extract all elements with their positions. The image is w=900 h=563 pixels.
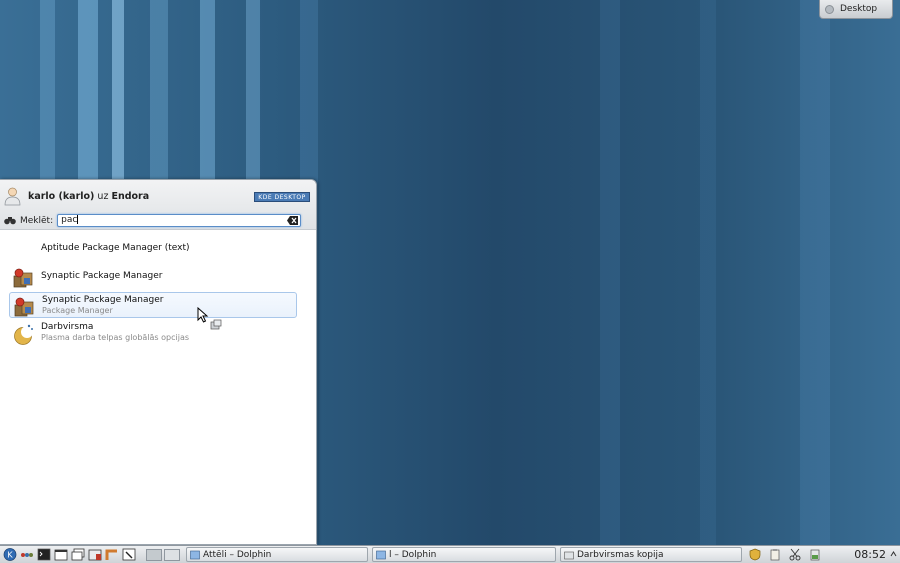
kde-menu-icon[interactable]: K (3, 548, 17, 561)
result-name: Synaptic Package Manager (42, 295, 164, 305)
result-item-synaptic-package-manager[interactable]: Synaptic Package Manager Package Manager (9, 292, 297, 318)
binoculars-icon (4, 217, 16, 225)
tool-icon[interactable] (122, 548, 136, 561)
user-connector: uz (97, 191, 109, 202)
user-name: karlo (karlo) (28, 191, 95, 202)
host-name: Endora (111, 191, 150, 202)
text-caret (77, 215, 79, 224)
result-description: Package Manager (42, 306, 113, 315)
plasma-desktop-icon (14, 324, 33, 345)
task-label: l – Dolphin (389, 549, 437, 560)
task-label: Attēli – Dolphin (203, 549, 272, 560)
dots-icon[interactable] (20, 548, 34, 561)
task-label: Darbvirsmas kopija (577, 549, 664, 560)
shield-icon[interactable] (748, 548, 762, 561)
kde-desktop-logo: KDE DESKTOP (254, 192, 310, 202)
result-item-synaptic[interactable]: Synaptic Package Manager (9, 264, 297, 290)
dolphin-icon (376, 550, 386, 559)
dolphin-icon (190, 550, 200, 559)
window-icon[interactable] (54, 548, 68, 561)
user-avatar-icon (4, 187, 21, 206)
result-name: Synaptic Package Manager (41, 271, 163, 281)
application-launcher-panel: karlo (karlo) uz Endora KDE DESKTOP Mekl… (0, 179, 317, 545)
terminal-icon[interactable] (37, 548, 51, 561)
task-button-atteli-dolphin[interactable]: Attēli – Dolphin (186, 547, 368, 562)
window-stack-icon[interactable] (88, 548, 102, 561)
chevron-up-icon[interactable] (890, 550, 897, 559)
launcher-header: karlo (karlo) uz Endora KDE DESKTOP Mekl… (0, 180, 316, 230)
mouse-pointer-icon (197, 307, 209, 323)
search-label: Meklēt: (20, 215, 54, 226)
drag-package-icon (210, 319, 222, 330)
result-item-darbvirsma[interactable]: Darbvirsma Plasma darba telpas globālās … (9, 320, 297, 346)
user-info: karlo (karlo) uz Endora (28, 191, 149, 202)
result-item-aptitude[interactable]: Aptitude Package Manager (text) (9, 236, 297, 262)
scissors-icon[interactable] (788, 548, 802, 561)
desktop-toolbox-label: Desktop (840, 4, 878, 14)
result-name: Aptitude Package Manager (text) (41, 243, 190, 253)
search-input[interactable]: pac (57, 214, 302, 227)
panel-icon[interactable] (105, 548, 119, 561)
result-description: Plasma darba telpas globālās opcijas (41, 333, 190, 342)
desktop-toolbox-button[interactable]: Desktop (819, 0, 893, 19)
synaptic-icon (14, 297, 34, 317)
search-row: Meklēt: pac (4, 214, 302, 227)
screenshot-icon (564, 551, 574, 559)
search-value: pac (61, 215, 78, 225)
synaptic-icon (13, 268, 33, 288)
result-name: Darbvirsma (41, 322, 94, 332)
desktop-pager-2[interactable] (164, 548, 180, 561)
svg-text:K: K (7, 551, 13, 560)
toolbox-icon (825, 4, 834, 14)
window-list-icon[interactable] (71, 548, 85, 561)
battery-icon[interactable] (808, 548, 822, 561)
clipboard-icon[interactable] (768, 548, 782, 561)
clock[interactable]: 08:52 (854, 548, 886, 561)
task-button-darbvirsmas-kopija[interactable]: Darbvirsmas kopija (560, 547, 742, 562)
taskbar-panel: K Attēli – Dolphin l – Dolphin Darbvirsm… (0, 545, 900, 563)
task-button-l-dolphin[interactable]: l – Dolphin (372, 547, 556, 562)
desktop-pager-1[interactable] (146, 548, 162, 561)
clear-search-icon[interactable] (287, 216, 299, 225)
